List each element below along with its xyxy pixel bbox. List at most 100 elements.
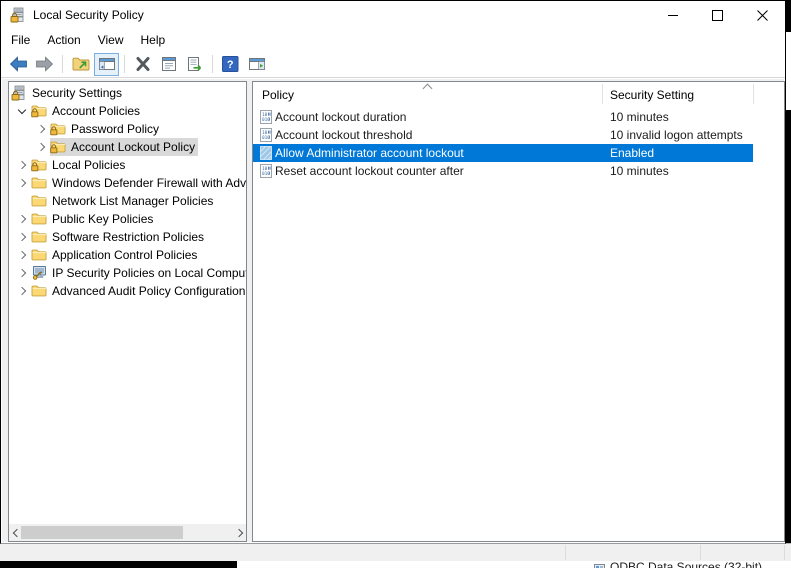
- tree-item-windows-defender-firewall-with-adva[interactable]: Windows Defender Firewall with Adva: [9, 174, 246, 192]
- tree-item-software-restriction-policies[interactable]: Software Restriction Policies: [9, 228, 246, 246]
- tree-item-label: Local Policies: [52, 158, 128, 172]
- svg-text:10: 10: [262, 112, 268, 118]
- tree-item-surface[interactable]: Network List Manager Policies: [31, 192, 216, 210]
- title-bar[interactable]: Local Security Policy: [1, 1, 785, 29]
- help-button[interactable]: ?: [218, 53, 243, 76]
- scroll-right-button[interactable]: [233, 524, 246, 541]
- column-divider[interactable]: [753, 84, 754, 104]
- chevron-collapsed-icon[interactable]: [13, 252, 31, 258]
- minimize-button[interactable]: [650, 1, 695, 29]
- divider: [565, 545, 566, 560]
- policy-name: Reset account lockout counter after: [275, 162, 464, 180]
- svg-text:?: ?: [227, 59, 234, 71]
- up-one-level-button[interactable]: [68, 53, 93, 76]
- tree-horizontal-scrollbar[interactable]: [9, 524, 246, 541]
- tree-item-surface[interactable]: IP Security Policies on Local Compute: [31, 264, 247, 282]
- menu-help[interactable]: Help: [141, 33, 166, 47]
- toolbar: ?: [1, 51, 785, 78]
- close-button[interactable]: [740, 1, 785, 29]
- tree-item-surface[interactable]: Security Settings: [11, 84, 125, 102]
- policy-setting-icon: [258, 145, 274, 161]
- tree-item-application-control-policies[interactable]: Application Control Policies: [9, 246, 246, 264]
- tree-item-label: Password Policy: [71, 122, 162, 136]
- tree-item-ip-security-policies-on-local-compute[interactable]: IP Security Policies on Local Compute: [9, 264, 246, 282]
- folder-icon: [31, 175, 47, 191]
- show-action-pane-button[interactable]: [244, 53, 269, 76]
- properties-button[interactable]: [156, 53, 181, 76]
- tree-item-surface[interactable]: Local Policies: [31, 156, 128, 174]
- column-divider[interactable]: [602, 84, 603, 104]
- security-setting-value: 10 minutes: [610, 162, 669, 180]
- folder-icon: [31, 229, 47, 245]
- background-window-bottom-bar: [0, 543, 791, 561]
- tree-item-advanced-audit-policy-configuration[interactable]: Advanced Audit Policy Configuration: [9, 282, 246, 300]
- scrollbar-thumb[interactable]: [21, 526, 183, 539]
- menu-bar: File Action View Help: [1, 29, 785, 51]
- show-console-tree-button[interactable]: [94, 53, 119, 76]
- policy-row-account-lockout-duration[interactable]: 10010Account lockout duration10 minutes: [253, 108, 784, 126]
- policy-row-allow-administrator-account-lockout[interactable]: Allow Administrator account lockoutEnabl…: [253, 144, 753, 162]
- tree-item-label: Public Key Policies: [52, 212, 156, 226]
- maximize-icon: [712, 10, 723, 21]
- tree-item-password-policy[interactable]: Password Policy: [9, 120, 246, 138]
- chevron-collapsed-icon[interactable]: [13, 162, 31, 168]
- svg-text:10: 10: [262, 166, 268, 172]
- folder-lock-icon: [31, 157, 47, 173]
- tree-item-surface[interactable]: Windows Defender Firewall with Adva: [31, 174, 247, 192]
- selected-tree-item-surface[interactable]: Account Lockout Policy: [50, 138, 198, 156]
- folder-icon: [31, 283, 47, 299]
- policy-row-account-lockout-threshold[interactable]: 10010Account lockout threshold10 invalid…: [253, 126, 784, 144]
- security-setting-value: 10 minutes: [610, 108, 669, 126]
- menu-file[interactable]: File: [11, 33, 30, 47]
- odbc-app-icon: [594, 561, 605, 568]
- export-list-button[interactable]: [182, 53, 207, 76]
- tree-item-surface[interactable]: Public Key Policies: [31, 210, 156, 228]
- chevron-expanded-icon[interactable]: [13, 109, 31, 113]
- tree-item-label: Security Settings: [32, 86, 125, 100]
- policy-row-reset-account-lockout-counter-after[interactable]: 10010Reset account lockout counter after…: [253, 162, 784, 180]
- chevron-collapsed-icon[interactable]: [13, 234, 31, 240]
- tree-item-network-list-manager-policies[interactable]: Network List Manager Policies: [9, 192, 246, 210]
- maximize-button[interactable]: [695, 1, 740, 29]
- folder-icon: [31, 211, 47, 227]
- policy-name: Account lockout threshold: [275, 126, 412, 144]
- tree-item-account-policies[interactable]: Account Policies: [9, 102, 246, 120]
- chevron-collapsed-icon[interactable]: [13, 270, 31, 276]
- tree-item-surface[interactable]: Advanced Audit Policy Configuration: [31, 282, 247, 300]
- chevron-collapsed-icon[interactable]: [13, 216, 31, 222]
- tree-item-public-key-policies[interactable]: Public Key Policies: [9, 210, 246, 228]
- window-shadow: [0, 561, 237, 568]
- tree-item-local-policies[interactable]: Local Policies: [9, 156, 246, 174]
- back-icon: [9, 55, 28, 73]
- security-setting-column-header[interactable]: Security Setting: [610, 88, 694, 102]
- tree-item-surface[interactable]: Application Control Policies: [31, 246, 200, 264]
- policy-setting-icon: 10010: [258, 163, 274, 179]
- export-list-icon: [186, 56, 204, 72]
- chevron-collapsed-icon[interactable]: [13, 180, 31, 186]
- chevron-collapsed-icon[interactable]: [32, 144, 50, 150]
- list-header: Policy Security Setting: [253, 82, 784, 107]
- background-window-sliver: ODBC Data Sources (32-bit): [0, 561, 791, 568]
- tree-item-label: Account Lockout Policy: [71, 140, 198, 154]
- forward-button[interactable]: [32, 53, 57, 76]
- background-right-strip-dark-lower: [786, 110, 791, 543]
- menu-view[interactable]: View: [98, 33, 124, 47]
- security-setting-value: Enabled: [610, 144, 654, 162]
- tree-item-surface[interactable]: Account Policies: [31, 102, 143, 120]
- folder-icon: [31, 247, 47, 263]
- policy-setting-icon: 10010: [258, 127, 274, 143]
- back-button[interactable]: [6, 53, 31, 76]
- policy-name: Account lockout duration: [275, 108, 406, 126]
- odbc-data-sources-item[interactable]: ODBC Data Sources (32-bit): [594, 561, 762, 568]
- divider: [784, 545, 785, 560]
- chevron-collapsed-icon[interactable]: [13, 288, 31, 294]
- tree-item-account-lockout-policy[interactable]: Account Lockout Policy: [9, 138, 246, 156]
- policy-column-header[interactable]: Policy: [262, 88, 294, 102]
- tree-item-surface[interactable]: Password Policy: [50, 120, 162, 138]
- tree-item-security-settings[interactable]: Security Settings: [9, 84, 246, 102]
- menu-action[interactable]: Action: [47, 33, 80, 47]
- tree-item-surface[interactable]: Software Restriction Policies: [31, 228, 207, 246]
- security-policy-app-icon: [10, 7, 26, 23]
- chevron-collapsed-icon[interactable]: [32, 126, 50, 132]
- delete-button[interactable]: [130, 53, 155, 76]
